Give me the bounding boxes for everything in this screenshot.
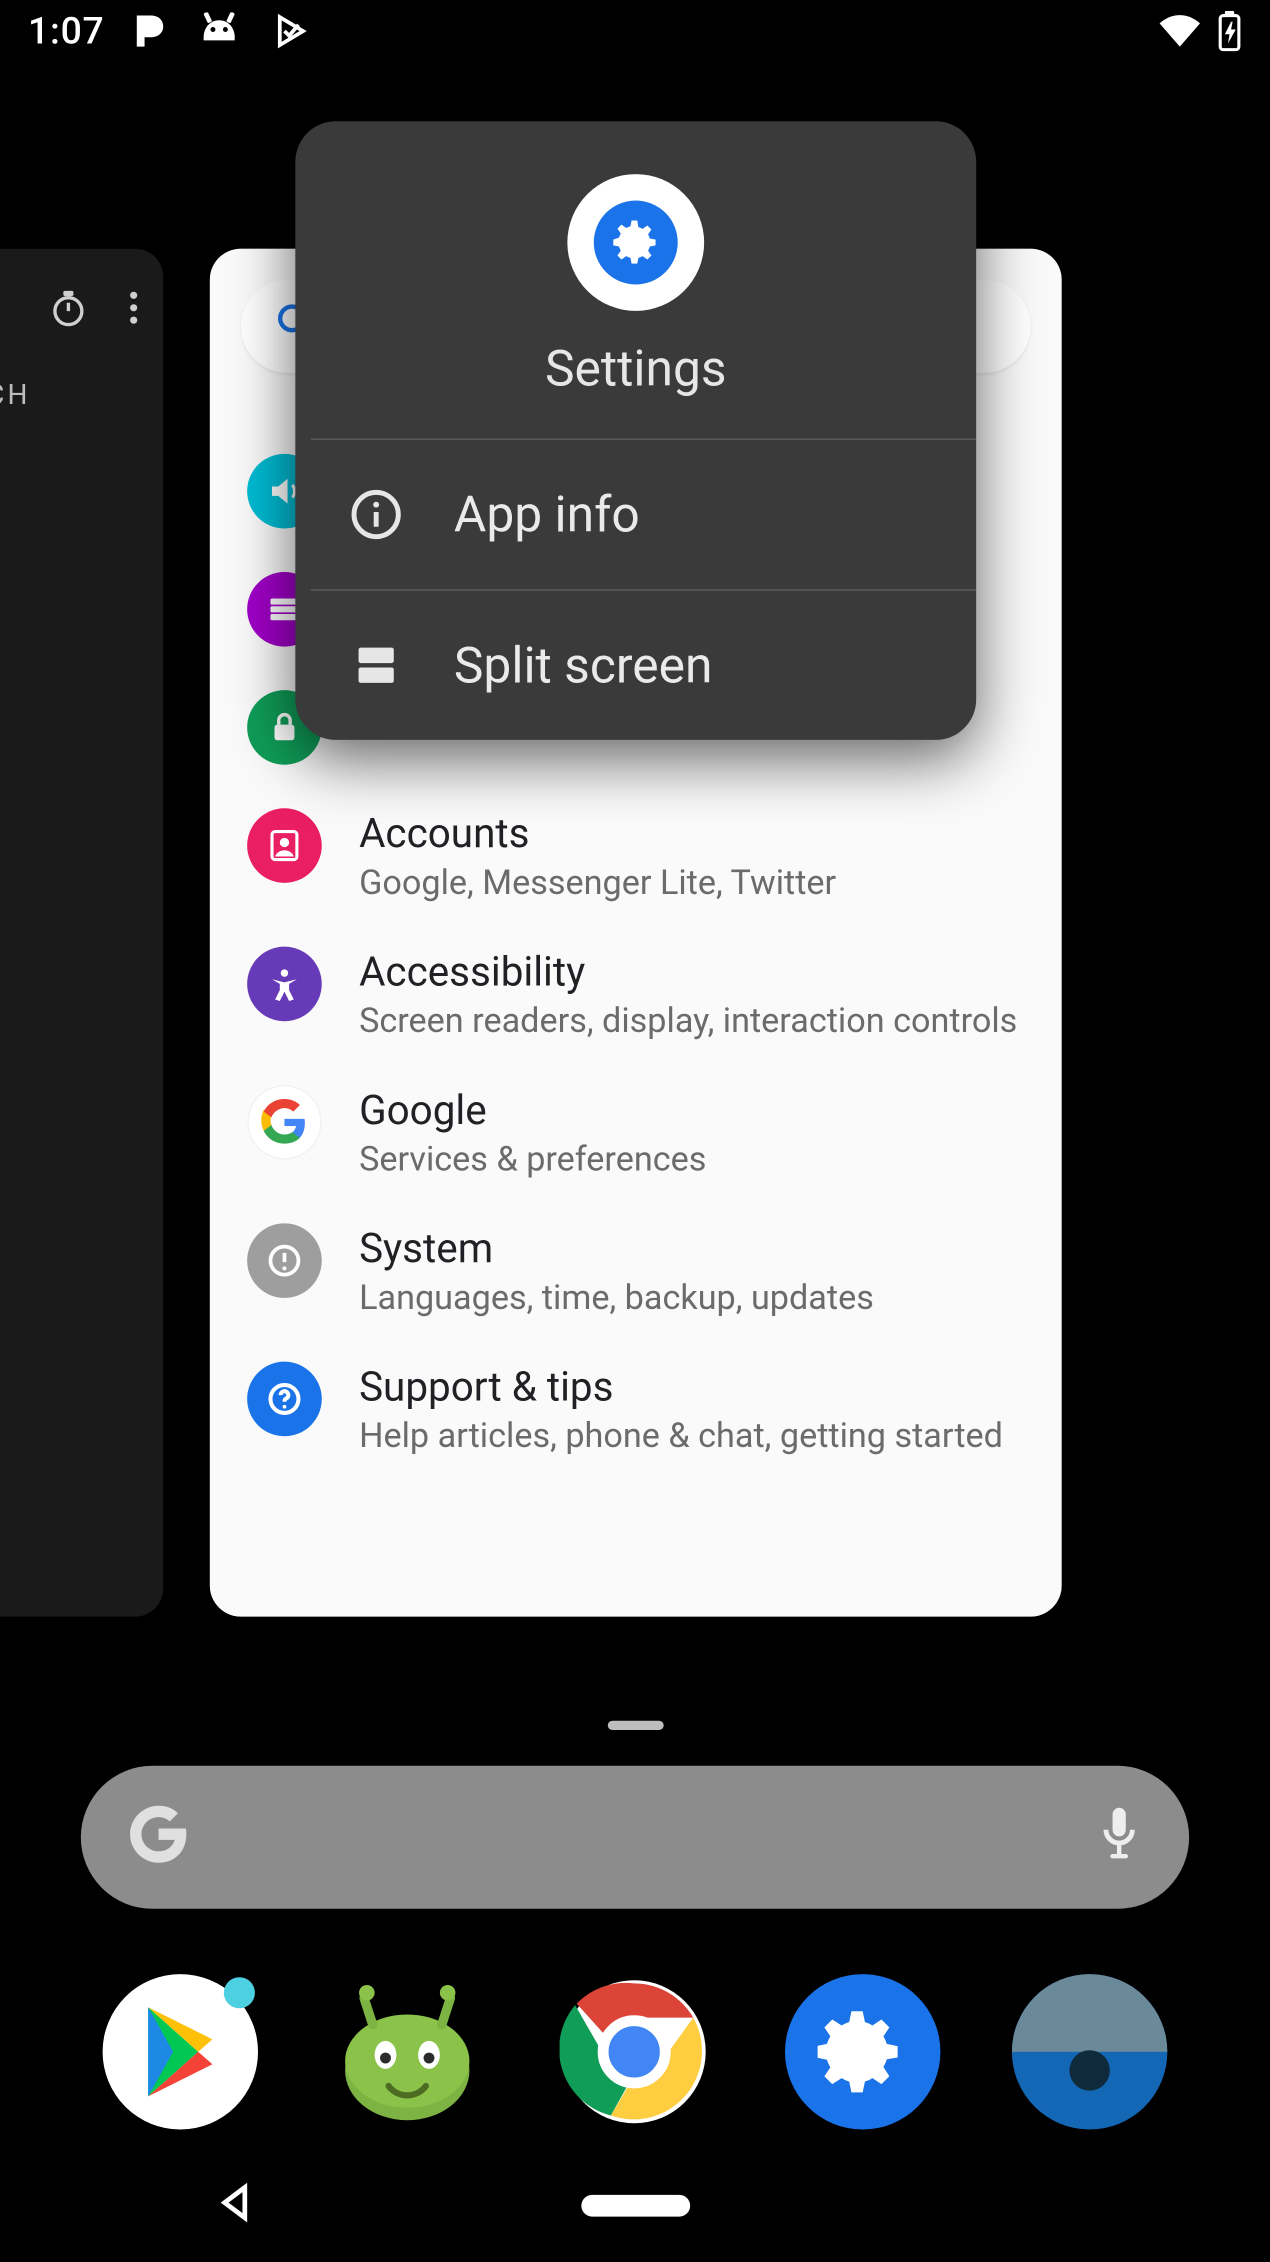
accounts-icon (247, 808, 322, 883)
recent-apps: ATCH (0, 62, 1270, 2252)
recents-handle[interactable] (607, 1721, 663, 1730)
settings-row-support[interactable]: Support & tips Help articles, phone & ch… (210, 1340, 1062, 1478)
accessibility-icon (247, 947, 322, 1022)
mic-icon[interactable] (1093, 1803, 1146, 1871)
google-logo-icon (124, 1800, 192, 1875)
row-sub: Services & preferences (359, 1141, 706, 1180)
row-title: Support & tips (359, 1365, 1003, 1412)
phone-frame: 1:07 (0, 0, 1270, 2252)
dock-app-play-store[interactable] (103, 1974, 258, 2129)
status-bar: 1:07 (0, 0, 1270, 62)
status-time: 1:07 (28, 9, 105, 53)
settings-row-accounts[interactable]: Accounts Google, Messenger Lite, Twitter (210, 787, 1062, 925)
settings-row-accessibility[interactable]: Accessibility Screen readers, display, i… (210, 925, 1062, 1063)
row-title: Accounts (359, 811, 836, 858)
row-sub: Screen readers, display, interaction con… (359, 1003, 1017, 1042)
row-sub: Languages, time, backup, updates (359, 1279, 874, 1318)
menu-app-info[interactable]: App info (295, 440, 976, 589)
row-sub: Google, Messenger Lite, Twitter (359, 864, 836, 903)
row-title: System (359, 1226, 874, 1273)
pandora-icon (133, 12, 167, 49)
settings-app-icon (567, 174, 704, 311)
notification-badge (224, 1977, 255, 2008)
settings-row-google[interactable]: Google Services & preferences (210, 1063, 1062, 1201)
favorites-dock (0, 1943, 1270, 2161)
popup-title: Settings (545, 339, 727, 398)
recent-card-peek[interactable]: ATCH (0, 249, 163, 1617)
dock-app-clock[interactable] (1012, 1974, 1167, 2129)
row-title: Accessibility (359, 950, 1017, 997)
gear-icon (594, 201, 678, 285)
dock-app-messaging[interactable] (330, 1974, 485, 2129)
menu-label: App info (454, 485, 640, 544)
android-head-icon (198, 12, 242, 49)
stopwatch-icon (48, 288, 88, 335)
google-search-input[interactable] (193, 1813, 1093, 1861)
row-sub: Help articles, phone & chat, getting sta… (359, 1418, 1003, 1457)
nav-home-pill[interactable] (581, 2195, 690, 2217)
system-icon (247, 1223, 322, 1298)
menu-label: Split screen (454, 636, 713, 695)
support-icon (247, 1362, 322, 1437)
nav-back-button[interactable] (214, 2182, 254, 2229)
row-title: Google (359, 1088, 706, 1135)
split-screen-icon (342, 631, 410, 699)
battery-charging-icon (1217, 11, 1242, 51)
dock-app-settings[interactable] (784, 1974, 939, 2129)
recent-card-menu: Settings App info Split screen (295, 121, 976, 740)
settings-row-system[interactable]: System Languages, time, backup, updates (210, 1202, 1062, 1340)
peek-tab-label: ATCH (0, 379, 163, 412)
navigation-bar (0, 2159, 1270, 2252)
popup-header[interactable]: Settings (295, 121, 976, 438)
google-search-bar[interactable] (81, 1766, 1189, 1909)
overflow-menu-icon[interactable] (129, 289, 138, 333)
menu-split-screen[interactable]: Split screen (295, 591, 976, 740)
google-g-icon (247, 1085, 322, 1160)
info-icon (342, 480, 410, 548)
play-checkmark-icon (272, 12, 309, 49)
wifi-icon (1158, 14, 1202, 48)
dock-app-chrome[interactable] (557, 1974, 712, 2129)
